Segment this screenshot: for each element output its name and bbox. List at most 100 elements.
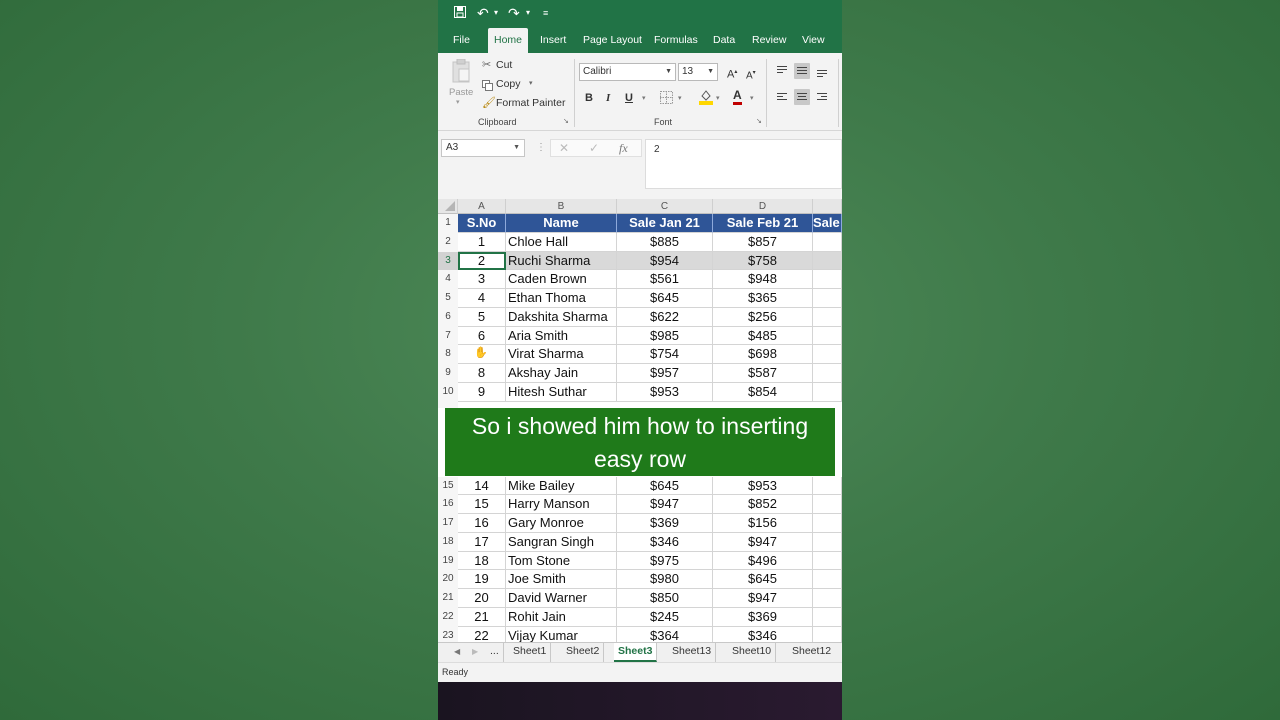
cell-feb[interactable]: $256 [713,307,813,327]
cell-name[interactable]: Aria Smith [506,326,617,346]
row-header[interactable]: 3 [438,251,458,271]
cell-sno[interactable]: 6 [458,326,506,346]
bold-button[interactable]: B [585,91,593,105]
insert-function-button[interactable]: fx [619,141,628,156]
row-header[interactable]: 20 [438,570,458,589]
more-sheets-button[interactable]: ... [486,643,504,662]
font-launcher-icon[interactable]: ↘ [756,117,762,125]
cell-empty[interactable] [813,270,842,289]
cell-jan[interactable]: $645 [617,476,713,496]
column-header-e[interactable] [813,199,842,214]
clipboard-launcher-icon[interactable]: ↘ [563,117,569,125]
tab-formulas[interactable]: Formulas [648,28,704,53]
cell-empty[interactable] [813,364,842,383]
bottom-align-icon[interactable] [814,63,830,79]
sheet-tab-sheet10[interactable]: Sheet10 [728,643,777,662]
cell-empty[interactable] [813,551,842,571]
cell-name[interactable]: Joe Smith [506,570,617,589]
cell-name[interactable]: David Warner [506,589,617,608]
cell-name[interactable]: Rohit Jain [506,607,617,627]
cell-jan[interactable]: $850 [617,589,713,608]
scroll-left-icon[interactable]: ◀ [450,643,464,662]
borders-icon[interactable] [660,91,673,109]
row-header[interactable]: 8 [438,345,458,364]
cell-name[interactable]: Harry Manson [506,495,617,514]
row-header[interactable]: 16 [438,495,458,514]
header-cell[interactable]: Sale Feb 21 [713,214,813,233]
tab-review[interactable]: Review [746,28,792,53]
cell-jan[interactable]: $346 [617,532,713,552]
cell-feb[interactable]: $857 [713,232,813,252]
cell-feb[interactable]: $346 [713,626,813,642]
cut-button[interactable]: Cut [496,59,512,71]
borders-dropdown-icon[interactable]: ▾ [678,92,682,106]
middle-align-icon[interactable] [794,63,810,79]
cell-jan[interactable]: $954 [617,251,713,271]
font-size-dropdown[interactable]: 13 ▼ [678,63,718,81]
row-header[interactable]: 1 [438,214,458,233]
cell-empty[interactable] [813,345,842,364]
underline-dropdown-icon[interactable]: ▾ [642,92,646,106]
row-header[interactable]: 21 [438,589,458,608]
row-header[interactable]: 10 [438,382,458,402]
cell-name[interactable]: Caden Brown [506,270,617,289]
header-cell[interactable]: Name [506,214,617,233]
cell-jan[interactable]: $561 [617,270,713,289]
more-options-icon[interactable]: ⋮ [536,142,546,153]
row-header[interactable]: 5 [438,289,458,308]
cell-empty[interactable] [813,532,842,552]
cell-jan[interactable]: $953 [617,382,713,402]
cell-feb[interactable]: $852 [713,495,813,514]
cell-empty[interactable] [813,476,842,496]
cell-sno[interactable]: 3 [458,270,506,289]
cell-empty[interactable] [813,570,842,589]
customize-toolbar-icon[interactable]: ≡ [543,4,548,22]
cell-sno[interactable]: 16 [458,514,506,533]
increase-font-size-button[interactable]: A▴ [727,65,737,82]
cell-name[interactable]: Chloe Hall [506,232,617,252]
cell-jan[interactable]: $947 [617,495,713,514]
cell-name[interactable]: Mike Bailey [506,476,617,496]
cell-sno[interactable]: 18 [458,551,506,571]
column-header-c[interactable]: C [617,199,713,214]
cell-feb[interactable]: $365 [713,289,813,308]
formula-input[interactable]: 2 [645,139,842,189]
cell-name[interactable]: Sangran Singh [506,532,617,552]
decrease-font-size-button[interactable]: A▾ [746,66,756,83]
row-header[interactable]: 18 [438,532,458,552]
align-left-icon[interactable] [774,89,790,105]
row-header[interactable]: 17 [438,514,458,533]
cell-jan[interactable]: $957 [617,364,713,383]
header-cell[interactable]: S.No [458,214,506,233]
undo-dropdown-icon[interactable]: ▾ [494,4,498,22]
format-painter-button[interactable]: Format Painter [496,97,565,109]
cell-jan[interactable]: $975 [617,551,713,571]
cell-empty[interactable] [813,382,842,402]
save-icon[interactable] [454,4,466,22]
cell-feb[interactable]: $698 [713,345,813,364]
row-header[interactable]: 4 [438,270,458,289]
cell-jan[interactable]: $885 [617,232,713,252]
cell-sno[interactable]: 20 [458,589,506,608]
cell-name[interactable]: Vijay Kumar [506,626,617,642]
cell-empty[interactable] [813,514,842,533]
cell-feb[interactable]: $953 [713,476,813,496]
header-cell[interactable]: Sale [813,214,842,233]
cell-name[interactable]: Virat Sharma [506,345,617,364]
cell-empty[interactable] [813,307,842,327]
paste-icon[interactable] [451,58,471,88]
fill-color-dropdown-icon[interactable]: ▾ [716,92,720,106]
cell-feb[interactable]: $758 [713,251,813,271]
tab-file[interactable]: File [447,28,476,53]
cell-jan[interactable]: $645 [617,289,713,308]
cell-sno[interactable]: 8 [458,364,506,383]
cell-empty[interactable] [813,289,842,308]
tab-data[interactable]: Data [707,28,741,53]
cell-name[interactable]: Ruchi Sharma [506,251,617,271]
tab-insert[interactable]: Insert [534,28,572,53]
cell-feb[interactable]: $947 [713,589,813,608]
cell-name[interactable]: Akshay Jain [506,364,617,383]
cell-sno[interactable]: 9 [458,382,506,402]
cell-name[interactable]: Hitesh Suthar [506,382,617,402]
cell-feb[interactable]: $948 [713,270,813,289]
